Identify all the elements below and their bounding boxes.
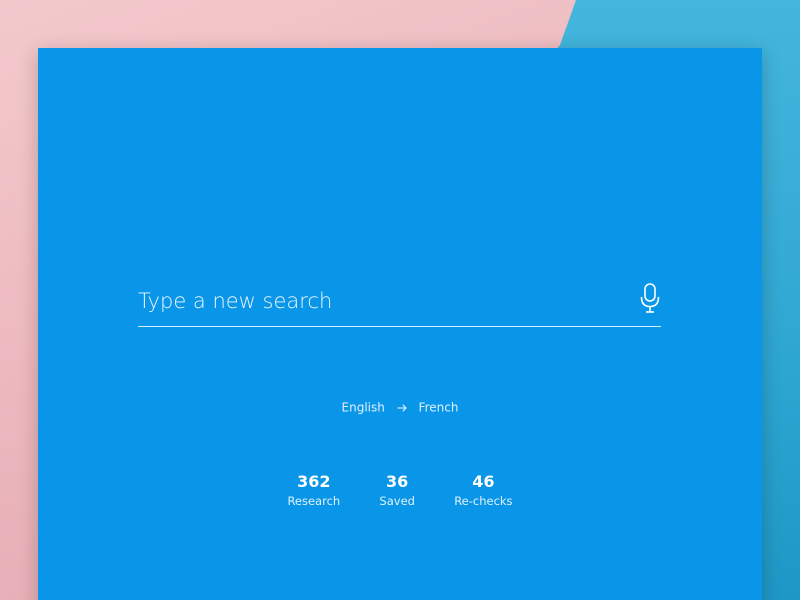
source-language[interactable]: English	[342, 401, 385, 415]
stat-label: Saved	[379, 494, 415, 508]
language-selector[interactable]: English French	[38, 400, 762, 415]
stat-research[interactable]: 362 Research	[287, 472, 340, 510]
stat-value: 362	[297, 472, 331, 491]
stat-value: 46	[472, 472, 495, 491]
stat-label: Re-checks	[454, 494, 513, 508]
arrow-right-icon	[397, 401, 407, 415]
target-language[interactable]: French	[419, 401, 459, 415]
stat-label: Research	[287, 494, 341, 508]
search-input[interactable]	[138, 284, 618, 318]
stat-value: 36	[386, 472, 409, 491]
stat-saved[interactable]: 36 Saved	[376, 472, 418, 510]
stats-row: 362 Research 36 Saved 46 Re-checks	[38, 472, 762, 510]
stat-rechecks[interactable]: 46 Re-checks	[454, 472, 512, 510]
microphone-icon[interactable]	[639, 282, 661, 316]
search-bar	[138, 280, 661, 327]
search-card: English French 362 Research 36 Saved 46 …	[38, 48, 762, 600]
